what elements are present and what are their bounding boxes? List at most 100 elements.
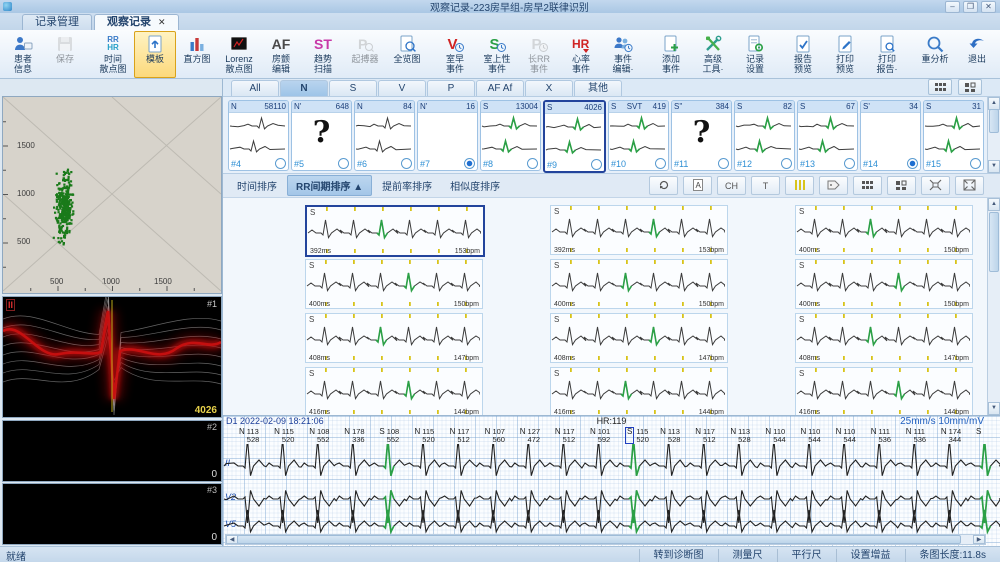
template-radio[interactable] [591,159,602,170]
beat-annotation[interactable]: N111536 [871,428,891,444]
category-tab-v[interactable]: V [378,80,426,96]
template-card-11[interactable]: S''384?#11 [671,100,732,171]
template-radio[interactable] [464,158,475,169]
template-card-10[interactable]: SSVT419#10 [608,100,669,171]
shrink-button[interactable] [921,176,950,195]
template-scrollbar[interactable]: ▲ ▼ [987,97,1000,173]
scrollbar-thumb[interactable] [989,212,999,272]
ecg-strip[interactable]: S400ms150bpm [795,205,973,255]
ecg-strip[interactable]: S408ms147bpm [550,313,728,363]
sort-tab[interactable]: 提前率排序 [374,176,440,195]
close-icon[interactable]: ✕ [981,1,996,13]
template-card-6[interactable]: N84#6 [354,100,415,171]
beat-annotation[interactable]: N110544 [765,428,785,444]
histogram-button[interactable]: 直方图 [176,31,218,78]
beat-annotation[interactable]: N115520 [274,428,294,444]
record-settings-button[interactable]: 记录 设置 [734,31,776,78]
template-card-7[interactable]: N'16#7 [417,100,478,171]
beat-annotation[interactable]: N101592 [590,428,610,444]
beat-annotation[interactable]: N117512 [555,428,575,444]
channel-3-panel[interactable]: #3 0 [2,483,222,545]
beat-annotation[interactable]: S [976,428,981,436]
channel-button[interactable]: CH [717,176,746,195]
ecg-strip[interactable]: S416ms144bpm [550,367,728,415]
ecg-strip[interactable]: S408ms147bpm [305,313,483,363]
category-tab-p[interactable]: P [427,80,475,96]
print-report-button[interactable]: 打印 报告· [866,31,908,78]
beat-annotation[interactable]: S115520 [625,428,649,444]
scroll-up-icon[interactable]: ▲ [988,198,1000,211]
reanalyze-button[interactable]: 重分析 [914,31,956,78]
beat-annotation[interactable]: N111536 [906,428,926,444]
template-card-5[interactable]: N'648?#5 [291,100,352,171]
refresh-button[interactable] [649,176,678,195]
template-card-13[interactable]: S67#13 [797,100,858,171]
scroll-down-icon[interactable]: ▼ [988,160,1000,173]
grid-dense-button[interactable] [853,176,882,195]
template-card-14[interactable]: S'34#14 [860,100,921,171]
s-event-button[interactable]: S室上性 事件 [476,31,518,78]
beat-annotation[interactable]: N115520 [414,428,434,444]
beat-overlay-panel[interactable]: II #1 4026 [2,296,222,418]
template-radio[interactable] [844,158,855,169]
restore-icon[interactable]: ❐ [963,1,978,13]
time-scatter-button[interactable]: RRHR时间 散点图 [92,31,134,78]
template-radio[interactable] [527,158,538,169]
beat-annotation[interactable]: N110544 [836,428,856,444]
ecg-strip[interactable]: S400ms150bpm [795,259,973,309]
category-tab-x[interactable]: X [525,80,573,96]
page-setup-button[interactable]: A [683,176,712,195]
template-card-15[interactable]: S31#15 [923,100,984,171]
beat-annotation[interactable]: N174344 [941,428,961,444]
sort-tab[interactable]: RR间期排序 ▲ [287,175,372,196]
nav-tab-observe[interactable]: 观察记录✕ [94,14,179,30]
template-card-4[interactable]: N58110#4 [228,100,289,171]
sort-tab[interactable]: 相似度排序 [442,176,508,195]
ecg-strip[interactable]: S400ms150bpm [305,259,483,309]
category-tab-all[interactable]: All [231,80,279,96]
advanced-tools-button[interactable]: 高级 工具· [692,31,734,78]
category-tab-其他[interactable]: 其他 [574,80,622,96]
ecg-strip[interactable]: S416ms144bpm [305,367,483,415]
template-radio[interactable] [338,158,349,169]
status-tool-平行尺[interactable]: 平行尺 [777,549,836,562]
ecg-strip[interactable]: S400ms150bpm [550,259,728,309]
template-card-9[interactable]: S4026#9 [543,100,606,173]
status-tool-测量尺[interactable]: 测量尺 [718,549,777,562]
beat-annotation[interactable]: N127472 [520,428,540,444]
exit-button[interactable]: 退出 [956,31,998,78]
category-tab-af-af[interactable]: AF Af [476,80,524,96]
hr-event-button[interactable]: HR心率 事件 [560,31,602,78]
lorenz-scatter-plot[interactable]: 1500 1000 500 500 1000 1500 [2,96,222,294]
beat-annotation[interactable]: N113528 [730,428,750,444]
ecg-strip[interactable]: S416ms144bpm [795,367,973,415]
rhythm-strip[interactable]: D1 2022-02-09 18:21:06 HR:119 25mm/s 10m… [223,415,1000,546]
template-button[interactable]: 模板 [134,31,176,78]
channel-2-panel[interactable]: #2 0 [2,420,222,482]
template-card-8[interactable]: S13004#8 [480,100,541,171]
beat-annotation[interactable]: N107560 [485,428,505,444]
view-grid-1-icon[interactable] [928,79,952,95]
beat-annotation[interactable]: N113528 [239,428,259,444]
template-radio[interactable] [907,158,918,169]
af-edit-button[interactable]: AF房颤 编辑 [260,31,302,78]
patient-info-button[interactable]: 患者 信息 [2,31,44,78]
view-grid-2-icon[interactable] [958,79,982,95]
ecg-strip[interactable]: S392ms153bpm [305,205,485,257]
grid-scrollbar[interactable]: ▲ ▼ [987,198,1000,415]
template-radio[interactable] [718,158,729,169]
event-edit-button[interactable]: 事件 编辑· [602,31,644,78]
report-preview-button[interactable]: 报告 预览 [782,31,824,78]
overview-button[interactable]: 全览图 [386,31,428,78]
minimize-icon[interactable]: – [945,1,960,13]
beat-annotation[interactable]: N110544 [801,428,821,444]
status-tool-设置增益[interactable]: 设置增益 [836,549,905,562]
template-radio[interactable] [401,158,412,169]
template-radio[interactable] [655,158,666,169]
print-preview-button[interactable]: 打印 预览 [824,31,866,78]
nav-tab-records[interactable]: 记录管理 [22,14,92,30]
beat-annotation[interactable]: N117512 [450,428,470,444]
trend-scan-button[interactable]: ST趋势 扫描 [302,31,344,78]
text-tool-button[interactable]: T [751,176,780,195]
beat-annotation[interactable]: N113528 [660,428,680,444]
